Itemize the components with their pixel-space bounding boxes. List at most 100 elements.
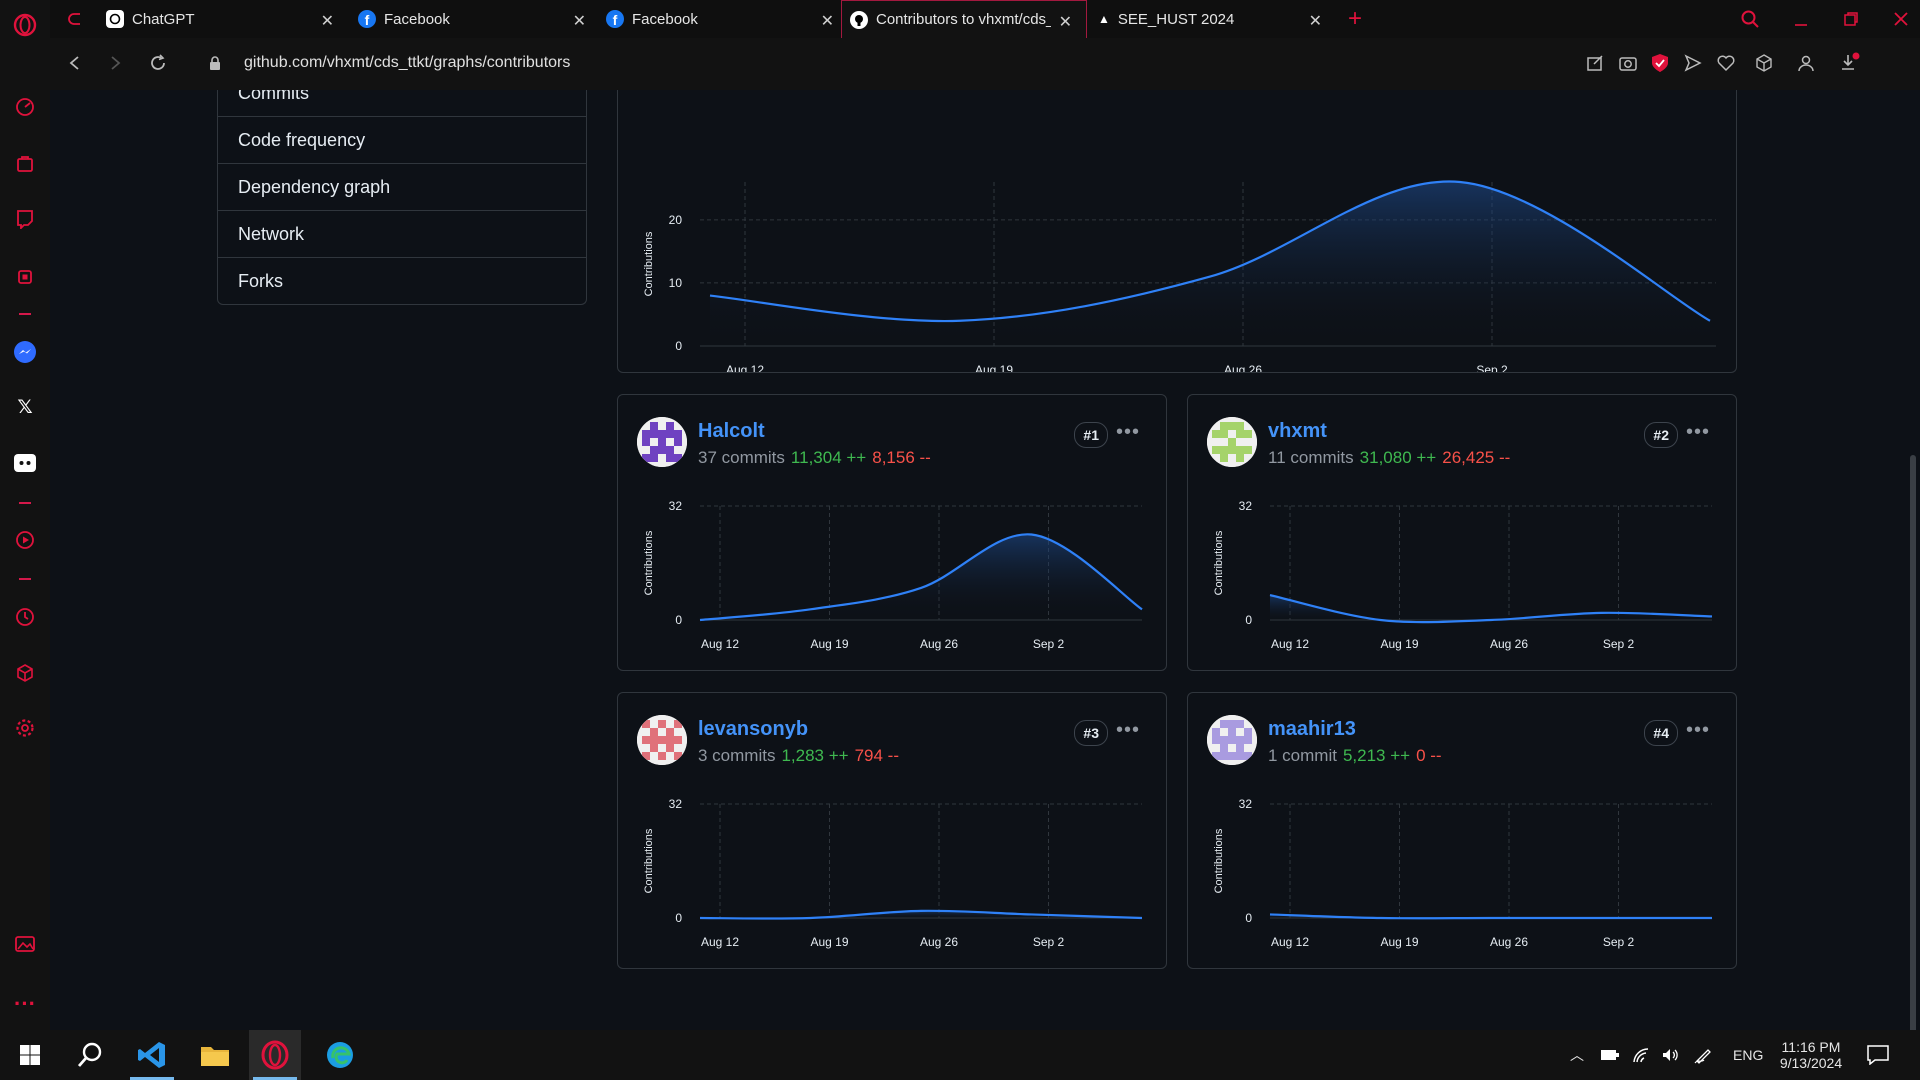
avatar[interactable] (1207, 417, 1257, 467)
avatar-pixel (1236, 736, 1244, 744)
shield-icon[interactable] (1651, 53, 1669, 73)
x-tick-label: Aug 12 (1271, 935, 1309, 949)
kebab-menu-icon[interactable]: ••• (1116, 421, 1140, 444)
download-icon[interactable] (1839, 52, 1861, 74)
avatar-pixel (1244, 446, 1252, 454)
x-tick-label: Aug 12 (701, 637, 739, 651)
extensions-cube-icon[interactable] (13, 661, 37, 685)
avatar-pixel (1228, 422, 1236, 430)
tab-facebook[interactable]: f Facebook ✕ (598, 0, 848, 38)
extensions-icon[interactable] (1755, 54, 1773, 72)
close-icon[interactable]: ✕ (573, 11, 586, 31)
tab-facebook[interactable]: f Facebook ✕ (350, 0, 600, 38)
clock-time: 11:16 PM (1781, 1039, 1841, 1055)
shopping-bag-icon[interactable] (13, 151, 37, 175)
close-window-icon[interactable] (1885, 0, 1915, 38)
close-icon[interactable]: ✕ (1309, 11, 1322, 31)
x-tick-label: Sep 2 (1033, 637, 1065, 651)
commit-count[interactable]: 1 commit (1268, 746, 1337, 765)
contributor-card: Halcolt 37 commits 11,304 ++ 8,156 -- #1 •… (617, 394, 1167, 671)
messenger-icon[interactable] (13, 340, 37, 364)
windows-start-icon[interactable] (4, 1030, 56, 1080)
avatar[interactable] (637, 417, 687, 467)
easy-files-icon[interactable] (1586, 54, 1604, 72)
contributor-name[interactable]: maahir13 (1268, 718, 1356, 741)
avatar[interactable] (1207, 715, 1257, 765)
menu-item-network[interactable]: Network (218, 211, 586, 258)
series-area (700, 534, 1142, 620)
menu-item-commits[interactable]: Commits (218, 90, 586, 117)
tab-see-hust[interactable]: ▲ SEE_HUST 2024 ✕ (1090, 0, 1336, 38)
kebab-menu-icon[interactable]: ••• (1686, 421, 1710, 444)
github-icon (850, 10, 868, 29)
url-field[interactable]: github.com/vhxmt/cds_ttkt/graphs/contrib… (244, 54, 570, 72)
search-icon[interactable] (64, 1030, 116, 1080)
settings-gear-icon[interactable] (13, 716, 37, 740)
y-axis-label: Contributions (1213, 828, 1225, 893)
heart-icon[interactable] (1717, 54, 1735, 72)
x-tick-label: Aug 19 (1380, 935, 1418, 949)
commit-count[interactable]: 37 commits (698, 448, 785, 467)
avatar-pixel (1212, 752, 1220, 760)
tab-chatgpt[interactable]: ChatGPT ✕ (98, 0, 348, 38)
x-twitter-icon[interactable]: 𝕏 (13, 395, 37, 419)
back-icon[interactable] (66, 54, 84, 72)
avatar-pixel (1236, 752, 1244, 760)
contributor-name[interactable]: vhxmt (1268, 420, 1327, 443)
pen-icon[interactable] (1694, 1030, 1714, 1080)
player-icon[interactable] (13, 528, 37, 552)
x-tick-label: Sep 2 (1033, 935, 1065, 949)
series-area (1270, 595, 1712, 623)
menu-item-dependency-graph[interactable]: Dependency graph (218, 164, 586, 211)
opera-logo-icon[interactable] (13, 13, 37, 37)
language-indicator[interactable]: ENG (1733, 1030, 1763, 1080)
deletions-count: 26,425 -- (1442, 448, 1511, 467)
menu-item-code-frequency[interactable]: Code frequency (218, 117, 586, 164)
volume-icon[interactable] (1661, 1030, 1681, 1080)
commit-count[interactable]: 11 commits (1268, 448, 1354, 467)
ai-chip-icon[interactable] (13, 265, 37, 289)
file-explorer-icon[interactable] (189, 1030, 241, 1080)
minimize-icon[interactable] (1785, 0, 1815, 38)
notification-icon[interactable] (1867, 1030, 1889, 1080)
wifi-icon[interactable] (1632, 1030, 1650, 1080)
gx-control-icon[interactable] (60, 0, 80, 38)
vscode-icon[interactable] (126, 1030, 178, 1080)
close-icon[interactable]: ✕ (321, 11, 334, 31)
more-options-icon[interactable]: ··· (13, 991, 37, 1016)
commit-count[interactable]: 3 commits (698, 746, 775, 765)
x-tick-label: Aug 12 (726, 363, 764, 372)
restore-icon[interactable] (1835, 0, 1865, 38)
send-icon[interactable] (1684, 54, 1702, 72)
profile-icon[interactable] (1797, 54, 1815, 72)
contributor-name[interactable]: Halcolt (698, 420, 765, 443)
forward-icon[interactable] (106, 54, 124, 72)
kebab-menu-icon[interactable]: ••• (1686, 719, 1710, 742)
battery-icon[interactable] (1600, 1030, 1620, 1080)
opera-gx-taskbar-icon[interactable] (249, 1030, 301, 1080)
page-scrollbar[interactable] (1904, 90, 1920, 1040)
discord-icon[interactable] (13, 451, 37, 475)
tray-chevron-icon[interactable]: ︿ (1570, 1030, 1584, 1080)
edge-icon[interactable] (314, 1030, 366, 1080)
kebab-menu-icon[interactable]: ••• (1116, 719, 1140, 742)
gallery-icon[interactable] (13, 932, 37, 956)
avatar-pixel (658, 736, 666, 744)
tab-contributors[interactable]: Contributors to vhxmt/cds_ ✕ (841, 0, 1087, 38)
menu-item-forks[interactable]: Forks (218, 258, 586, 304)
clock[interactable]: 11:16 PM 9/13/2024 (1775, 1030, 1847, 1080)
avatar[interactable] (637, 715, 687, 765)
twitch-icon[interactable] (13, 207, 37, 231)
close-icon[interactable]: ✕ (1059, 12, 1072, 32)
new-tab-plus-icon[interactable]: + (1340, 0, 1370, 38)
address-bar: github.com/vhxmt/cds_ttkt/graphs/contrib… (50, 38, 1920, 90)
camera-icon[interactable] (1618, 54, 1638, 72)
tab-search-icon[interactable] (1733, 0, 1763, 38)
reload-icon[interactable] (148, 53, 168, 73)
overall-contributions-chart: 0 10 20 Aug 12 Aug 19 Aug 26 Sep 2 Contribution… (643, 180, 1716, 372)
close-icon[interactable]: ✕ (821, 11, 834, 31)
speed-dial-icon[interactable] (13, 95, 37, 119)
contributor-name[interactable]: levansonyb (698, 718, 808, 741)
scrollbar-thumb[interactable] (1910, 455, 1916, 1040)
history-icon[interactable] (13, 605, 37, 629)
